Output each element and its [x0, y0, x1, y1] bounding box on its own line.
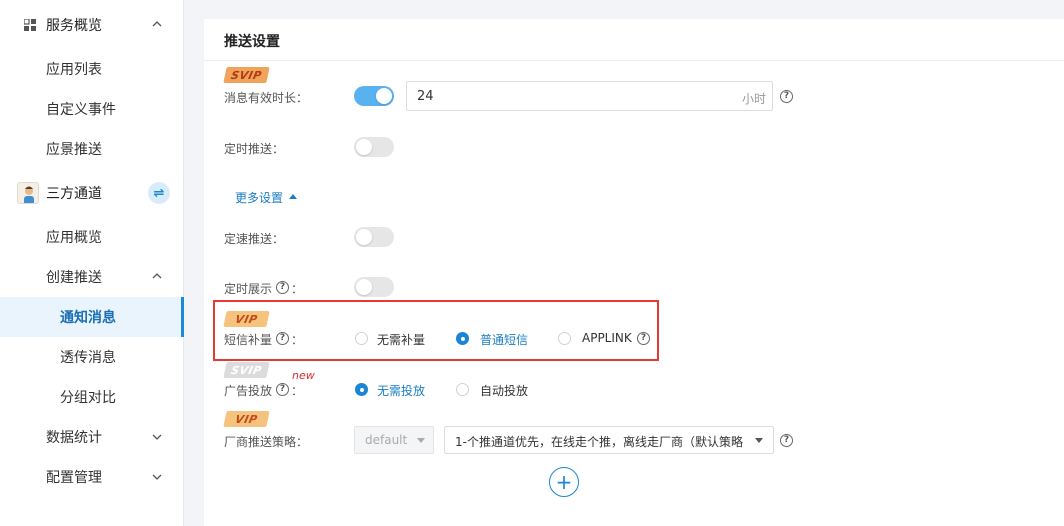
sidebar-item-label: 透传消息 — [60, 350, 116, 366]
ad-option-auto[interactable]: 自动投放 — [480, 382, 528, 399]
vip-badge: VIP — [223, 411, 270, 427]
vendor-strategy-select[interactable]: 1-个推通道优先，在线走个推，离线走厂商（默认策略 — [444, 426, 774, 454]
page-title: 推送设置 — [224, 34, 280, 50]
validity-label: 消息有效时长： — [224, 91, 309, 105]
help-icon[interactable]: ? — [276, 332, 289, 345]
ad-radio-auto[interactable] — [456, 383, 469, 396]
sidebar-item-app-overview[interactable]: 应用概览 — [0, 217, 184, 257]
caret-up-icon — [289, 194, 297, 199]
chevron-up-icon — [152, 21, 162, 27]
help-icon[interactable]: ? — [780, 434, 793, 447]
sidebar-item-app-list[interactable]: 应用列表 — [0, 49, 184, 89]
help-icon[interactable]: ? — [276, 383, 289, 396]
validity-toggle[interactable] — [354, 86, 394, 106]
chevron-up-icon — [152, 273, 162, 279]
label-text: 定时展示 — [224, 282, 273, 296]
sidebar-item-label: 应用列表 — [46, 62, 102, 78]
vip-badge: VIP — [223, 311, 270, 327]
caret-down-icon — [755, 438, 763, 443]
toggle-knob — [356, 229, 372, 245]
sidebar-item-label: 配置管理 — [46, 470, 102, 486]
help-icon[interactable]: ? — [780, 90, 793, 103]
toggle-knob — [356, 279, 372, 295]
label-colon: ： — [291, 384, 304, 398]
help-icon[interactable]: ? — [637, 332, 650, 345]
select-value: default — [365, 433, 408, 447]
sms-option-normal[interactable]: 普通短信 — [480, 331, 528, 348]
sidebar-item-label: 自定义事件 — [46, 102, 116, 118]
sidebar-item-label: 分组对比 — [60, 390, 116, 406]
caret-down-icon — [417, 438, 425, 443]
vendor-default-select: default — [354, 426, 434, 454]
sidebar-item-label: 应用概览 — [46, 230, 102, 246]
svip-badge: SVIP — [223, 362, 270, 378]
nav-group-service-overview[interactable]: 服务概览 — [0, 5, 184, 45]
more-settings-link[interactable]: 更多设置 — [235, 189, 283, 206]
validity-unit: 小时 — [741, 92, 766, 106]
nav-group-label: 服务概览 — [46, 18, 102, 34]
rate-push-label: 定速推送： — [224, 232, 285, 246]
sms-option-none[interactable]: 无需补量 — [377, 331, 425, 348]
new-tag: new — [292, 369, 315, 382]
ad-option-none[interactable]: 无需投放 — [377, 382, 425, 399]
validity-value: 24 — [417, 89, 434, 104]
scheduled-push-toggle[interactable] — [354, 137, 394, 157]
sidebar-item-transparent-msg[interactable]: 透传消息 — [0, 337, 184, 377]
chevron-down-icon — [152, 474, 162, 480]
vendor-strategy-label: 厂商推送策略： — [224, 435, 309, 449]
nav-group-label: 三方通道 — [46, 186, 102, 202]
toggle-knob — [376, 88, 392, 104]
sidebar-item-notice-msg[interactable]: 通知消息 — [0, 297, 184, 337]
sms-supplement-label: 短信补量 ： — [224, 331, 303, 348]
scheduled-display-toggle[interactable] — [354, 277, 394, 297]
toggle-knob — [356, 139, 372, 155]
sidebar-item-label: 应景推送 — [46, 142, 102, 158]
label-text: 短信补量 — [224, 333, 273, 347]
sms-radio-applink[interactable] — [558, 332, 571, 345]
swap-icon[interactable]: ⇌ — [148, 182, 170, 204]
sidebar-item-label: 创建推送 — [46, 270, 102, 286]
sms-option-applink[interactable]: APPLINK — [582, 331, 632, 345]
avatar — [17, 182, 39, 204]
sidebar-item-config[interactable]: 配置管理 — [0, 457, 184, 497]
sms-radio-normal[interactable] — [456, 332, 469, 345]
grid-icon — [24, 19, 36, 31]
sidebar-item-label: 通知消息 — [60, 310, 116, 326]
label-text: 广告投放 — [224, 384, 273, 398]
sidebar-item-label: 数据统计 — [46, 430, 102, 446]
validity-input[interactable]: 24 小时 — [406, 81, 773, 111]
sidebar-item-custom-event[interactable]: 自定义事件 — [0, 89, 184, 129]
rate-push-toggle[interactable] — [354, 227, 394, 247]
svip-badge: SVIP — [223, 67, 270, 83]
label-colon: ： — [291, 282, 304, 296]
sidebar-item-group-compare[interactable]: 分组对比 — [0, 377, 184, 417]
sidebar-item-create-push[interactable]: 创建推送 — [0, 257, 184, 297]
label-colon: ： — [291, 333, 304, 347]
sidebar: 服务概览 应用列表 自定义事件 应景推送 三方通道 ⇌ 应用概览 创建推送 通知… — [0, 0, 184, 526]
select-value: 1-个推通道优先，在线走个推，离线走厂商（默认策略 — [455, 435, 743, 449]
ad-radio-none[interactable] — [355, 383, 368, 396]
sms-radio-none[interactable] — [355, 332, 368, 345]
divider — [204, 60, 1064, 61]
help-icon[interactable]: ? — [276, 281, 289, 294]
sidebar-item-scene-push[interactable]: 应景推送 — [0, 129, 184, 169]
ad-placement-label: 广告投放 ： — [224, 382, 303, 399]
sidebar-item-data-stats[interactable]: 数据统计 — [0, 417, 184, 457]
chevron-down-icon — [152, 434, 162, 440]
scheduled-push-label: 定时推送： — [224, 142, 285, 156]
avatar-icon — [24, 186, 34, 203]
nav-group-third-party[interactable]: 三方通道 ⇌ — [0, 173, 184, 213]
add-strategy-button[interactable]: + — [549, 467, 579, 497]
scheduled-display-label: 定时展示 ： — [224, 280, 303, 297]
